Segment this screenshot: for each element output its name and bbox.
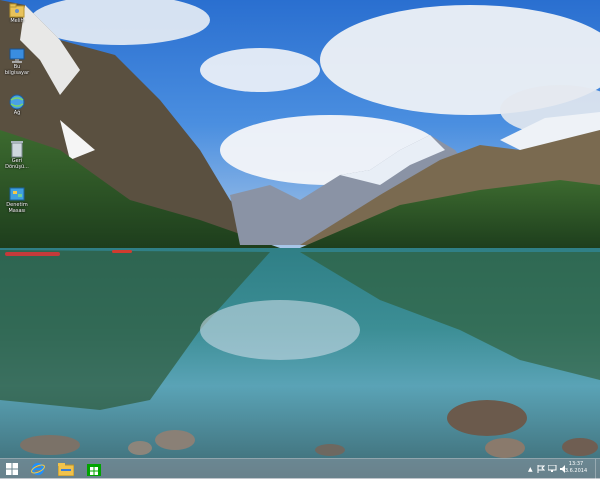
desktop-icon-label: Ağ bbox=[13, 110, 21, 116]
file-explorer-button[interactable] bbox=[54, 461, 78, 477]
desktop-icon-control-panel[interactable]: Denetim Masası bbox=[2, 186, 32, 214]
taskbar: ▲ 13:37 3.6.2014 bbox=[0, 458, 600, 479]
show-desktop-button[interactable] bbox=[595, 459, 600, 479]
action-center-flag-icon[interactable] bbox=[537, 465, 545, 473]
control-panel-icon bbox=[9, 187, 25, 201]
windows-logo-icon bbox=[6, 463, 18, 475]
file-explorer-icon bbox=[58, 462, 74, 476]
desktop-icon-user-folder[interactable]: Melih bbox=[2, 2, 32, 24]
show-hidden-icons-arrow[interactable]: ▲ bbox=[528, 466, 533, 473]
network-icon[interactable] bbox=[547, 465, 557, 473]
clock[interactable]: 13:37 3.6.2014 bbox=[560, 461, 592, 475]
user-folder-icon bbox=[9, 3, 25, 18]
desktop-icon-this-pc[interactable]: Bu bilgisayar bbox=[2, 48, 32, 76]
desktop-wallpaper bbox=[0, 0, 600, 478]
store-button[interactable] bbox=[82, 461, 106, 477]
recycle-bin-icon bbox=[11, 141, 23, 158]
desktop-icon-label: Melih bbox=[10, 18, 24, 24]
computer-icon bbox=[9, 48, 25, 63]
network-icon bbox=[9, 94, 25, 110]
clock-time: 13:37 bbox=[568, 461, 584, 467]
clock-date: 3.6.2014 bbox=[564, 468, 588, 474]
desktop-icon-label: Bu bilgisayar bbox=[4, 64, 30, 76]
desktop-icon-label: Denetim Masası bbox=[6, 202, 28, 214]
desktop-icon-recycle-bin[interactable]: Geri Dönüşü... bbox=[2, 140, 32, 170]
desktop-icon-label: Geri Dönüşü... bbox=[5, 158, 29, 170]
desktop-icon-network[interactable]: Ağ bbox=[2, 94, 32, 116]
internet-explorer-button[interactable] bbox=[26, 461, 50, 477]
start-button[interactable] bbox=[0, 461, 24, 477]
internet-explorer-icon bbox=[31, 462, 45, 476]
store-icon bbox=[87, 464, 101, 476]
